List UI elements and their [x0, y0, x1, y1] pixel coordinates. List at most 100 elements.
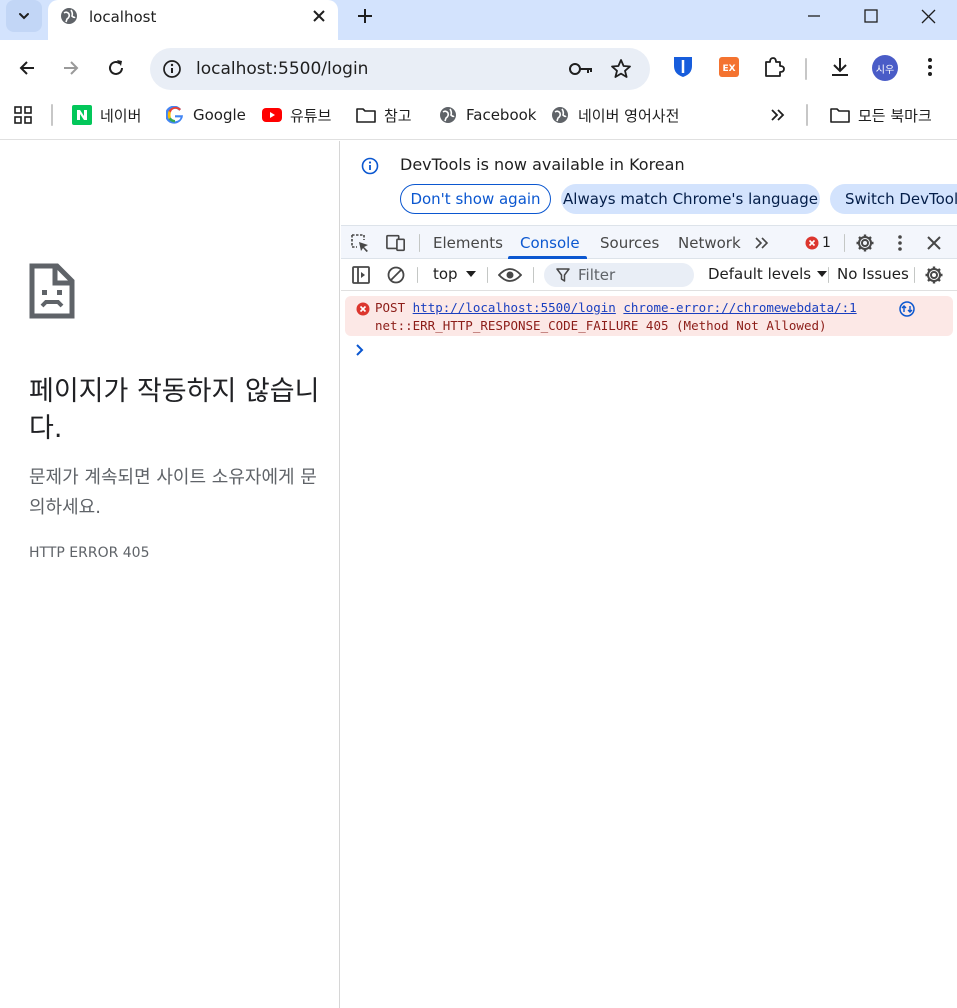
- globe-icon: [61, 8, 77, 24]
- devtools-tab-bar: Elements Console Sources Network 1: [341, 225, 957, 259]
- gear-icon: [856, 234, 874, 252]
- url-text[interactable]: localhost:5500/login: [196, 59, 368, 79]
- close-window-button[interactable]: [916, 4, 940, 28]
- tab-console[interactable]: Console: [520, 234, 580, 252]
- reload-button[interactable]: [104, 56, 128, 80]
- tab-bar-divider: [419, 234, 420, 252]
- naver-icon: [72, 105, 92, 125]
- tab-close-button[interactable]: [309, 6, 329, 26]
- tab-search-button[interactable]: [6, 0, 42, 32]
- minimize-icon: [808, 15, 820, 17]
- sidebar-toggle-button[interactable]: [351, 265, 371, 285]
- ex-extension[interactable]: EX: [718, 56, 740, 78]
- key-icon[interactable]: [568, 59, 594, 79]
- globe-icon: [438, 105, 458, 125]
- bookmark-naver-dictionary[interactable]: 네이버 영어사전: [550, 104, 679, 126]
- address-bar[interactable]: localhost:5500/login: [150, 48, 650, 90]
- downloads-button[interactable]: [829, 56, 851, 78]
- console-prompt-icon[interactable]: [355, 343, 365, 357]
- bookmarks-overflow-button[interactable]: [770, 104, 786, 126]
- browser-tab[interactable]: localhost: [48, 0, 338, 40]
- menu-button[interactable]: [919, 56, 941, 78]
- console-bar-divider: [914, 267, 915, 283]
- bookmark-star-icon[interactable]: [610, 58, 632, 80]
- more-tabs-button[interactable]: [752, 233, 772, 253]
- error-count: 1: [822, 235, 831, 251]
- bookmarks-bar: 네이버 Google 유튜브 참고 Facebook 네이버 영어사전 모든 북…: [0, 98, 957, 140]
- console-filter-input[interactable]: Filter: [544, 263, 694, 287]
- error-source-link[interactable]: chrome-error://chromewebdata/:1: [623, 300, 856, 315]
- device-toolbar-button[interactable]: [386, 233, 406, 253]
- bookmark-google[interactable]: Google: [165, 104, 246, 126]
- eye-icon: [498, 268, 522, 282]
- inspect-element-button[interactable]: [350, 233, 370, 253]
- bookmark-naver[interactable]: 네이버: [72, 104, 141, 126]
- toolbar: localhost:5500/login EX 시우: [0, 40, 957, 98]
- error-page: 페이지가 작동하지 않습니다. 문제가 계속되면 사이트 소유자에게 문의하세요…: [0, 141, 340, 1008]
- profile-avatar[interactable]: 시우: [872, 55, 898, 81]
- block-icon: [387, 266, 405, 284]
- new-tab-button[interactable]: [353, 4, 377, 28]
- error-circle-icon: [356, 302, 370, 316]
- folder-icon: [356, 105, 376, 125]
- gear-icon: [925, 266, 943, 284]
- infobar-message: DevTools is now available in Korean: [400, 155, 685, 174]
- bookmark-facebook[interactable]: Facebook: [438, 104, 536, 126]
- issues-button[interactable]: No Issues: [837, 265, 909, 283]
- context-selector[interactable]: top: [433, 265, 476, 283]
- minimize-button[interactable]: [802, 4, 826, 28]
- sad-document-icon: [29, 263, 75, 319]
- devtools-menu-button[interactable]: [890, 233, 910, 253]
- forward-button[interactable]: [59, 56, 83, 80]
- console-toolbar: top Filter Default levels No Issues: [341, 259, 957, 291]
- maximize-button[interactable]: [859, 4, 883, 28]
- puzzle-icon: [765, 57, 785, 77]
- error-line-2: net::ERR_HTTP_RESPONSE_CODE_FAILURE 405 …: [375, 318, 827, 333]
- apps-button[interactable]: [13, 104, 33, 126]
- error-line-1: POST http://localhost:5500/login chrome-…: [375, 300, 857, 315]
- network-request-icon[interactable]: [899, 301, 915, 317]
- more-vert-icon: [928, 58, 932, 76]
- close-devtools-button[interactable]: [924, 233, 944, 253]
- double-chevron-right-icon: [771, 109, 785, 121]
- back-button[interactable]: [15, 56, 39, 80]
- more-vert-icon: [898, 235, 902, 251]
- reload-icon: [109, 60, 123, 75]
- bitwarden-extension[interactable]: [672, 56, 694, 78]
- match-language-button[interactable]: Always match Chrome's language: [561, 184, 820, 214]
- console-error-message: POST http://localhost:5500/login chrome-…: [345, 296, 953, 336]
- caret-down-icon: [817, 271, 828, 277]
- all-bookmarks-button[interactable]: 모든 북마크: [830, 104, 932, 126]
- error-counter[interactable]: 1: [805, 233, 835, 253]
- toolbar-divider: [805, 58, 807, 80]
- tab-sources[interactable]: Sources: [600, 234, 659, 252]
- apps-grid-icon: [14, 106, 32, 124]
- chevron-down-icon: [19, 13, 29, 20]
- site-info-icon[interactable]: [162, 59, 182, 79]
- settings-button[interactable]: [855, 233, 875, 253]
- console-bar-divider: [533, 267, 534, 283]
- clear-console-button[interactable]: [386, 265, 406, 285]
- log-levels-dropdown[interactable]: Default levels: [708, 265, 828, 283]
- close-icon: [927, 236, 941, 250]
- live-expression-button[interactable]: [498, 265, 522, 285]
- dont-show-again-button[interactable]: Don't show again: [400, 184, 551, 214]
- globe-icon: [550, 105, 570, 125]
- bookmark-folder-reference[interactable]: 참고: [356, 104, 412, 126]
- tab-network[interactable]: Network: [678, 234, 741, 252]
- info-icon: [361, 157, 379, 175]
- bookmarks-divider: [806, 104, 808, 126]
- switch-devtools-button[interactable]: Switch DevTools: [830, 184, 957, 214]
- tab-bar-divider: [844, 234, 845, 252]
- bookmark-youtube[interactable]: 유튜브: [262, 104, 331, 126]
- caret-down-icon: [465, 271, 476, 277]
- error-request-link[interactable]: http://localhost:5500/login: [413, 300, 616, 315]
- close-icon: [313, 10, 325, 22]
- tab-elements[interactable]: Elements: [433, 234, 503, 252]
- error-heading: 페이지가 작동하지 않습니다.: [29, 376, 320, 444]
- extensions-button[interactable]: [763, 56, 785, 78]
- double-chevron-right-icon: [755, 237, 769, 249]
- shield-icon: [674, 57, 692, 77]
- ex-icon: EX: [719, 57, 739, 77]
- console-settings-button[interactable]: [924, 265, 944, 285]
